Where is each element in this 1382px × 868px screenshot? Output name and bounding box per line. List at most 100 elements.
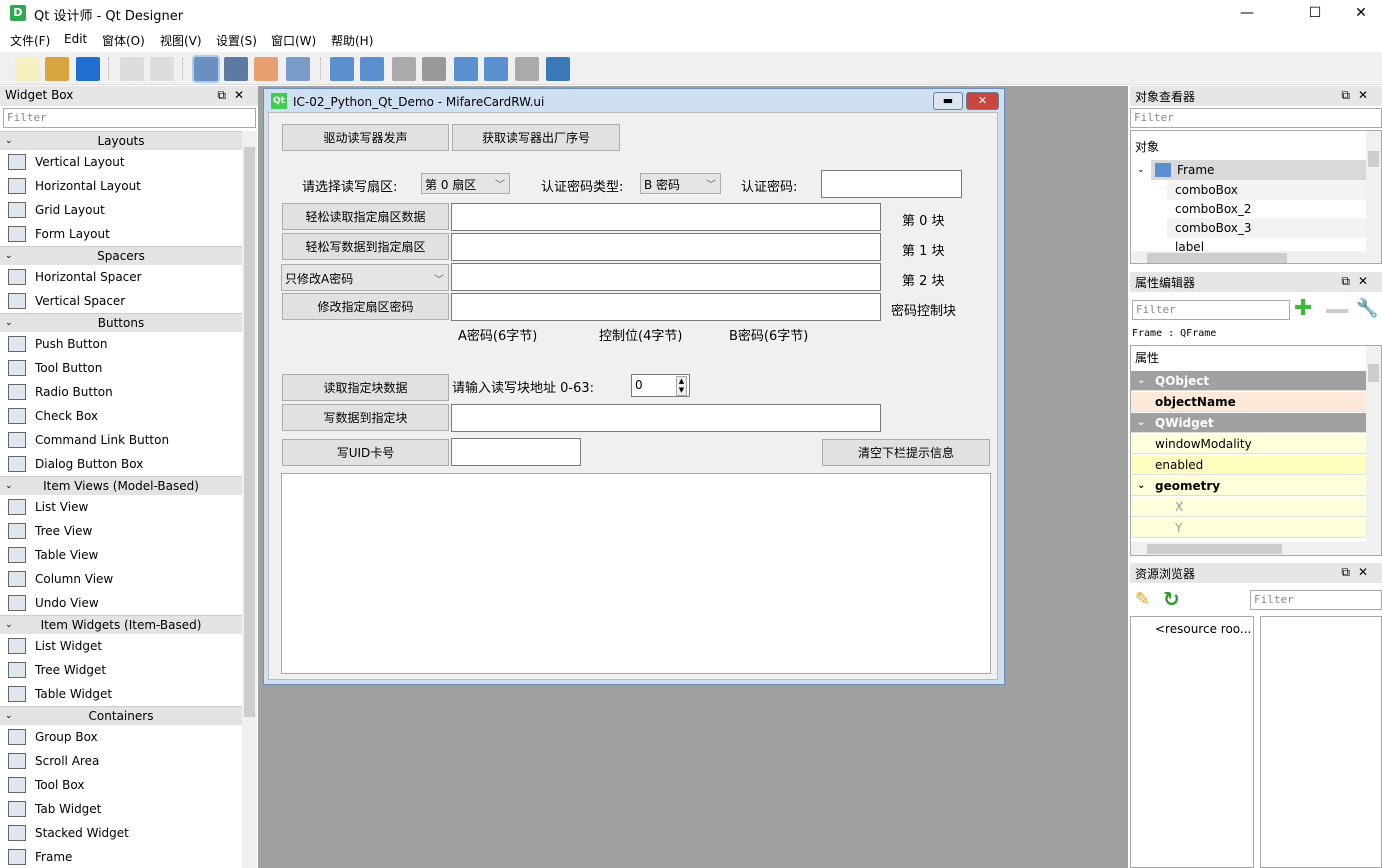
- layout-form-icon[interactable]: [484, 57, 508, 81]
- block-address-spinbox[interactable]: 0 ▲ ▼: [631, 374, 690, 397]
- widget-category[interactable]: ⌄ Item Widgets (Item-Based): [0, 615, 242, 634]
- read-sector-button[interactable]: 轻松读取指定扇区数据: [282, 203, 449, 230]
- remove-property-icon[interactable]: [1326, 309, 1348, 313]
- property-row[interactable]: ⌄ QWidget: [1131, 413, 1368, 433]
- edit-signals-icon[interactable]: [224, 57, 248, 81]
- widget-category[interactable]: ⌄ Item Views (Model-Based): [0, 476, 242, 495]
- widget-category[interactable]: ⌄ Spacers: [0, 246, 242, 265]
- save-icon[interactable]: [76, 57, 100, 81]
- maximize-button[interactable]: ☐: [1292, 0, 1338, 26]
- layout-vertical-icon[interactable]: [360, 57, 384, 81]
- property-row[interactable]: Y: [1131, 518, 1368, 538]
- send-back-icon[interactable]: [150, 57, 174, 81]
- write-uid-button[interactable]: 写UID卡号: [282, 439, 449, 466]
- object-tree-hscrollbar[interactable]: [1131, 251, 1381, 263]
- tree-row-child[interactable]: comboBox: [1167, 180, 1367, 200]
- block0-input[interactable]: [451, 203, 881, 231]
- form-close-button[interactable]: ✕: [966, 92, 999, 110]
- widget-item[interactable]: Tool Button: [0, 356, 242, 380]
- beep-button[interactable]: 驱动读写器发声: [282, 124, 449, 151]
- resource-root-item[interactable]: <resource roo...: [1155, 619, 1251, 639]
- form-minimize-button[interactable]: ▬: [933, 92, 963, 110]
- widget-item[interactable]: Frame: [0, 845, 242, 868]
- edit-widgets-icon[interactable]: [192, 55, 220, 83]
- widget-category[interactable]: ⌄ Layouts: [0, 131, 242, 150]
- adjust-size-icon[interactable]: [546, 57, 570, 81]
- widget-category[interactable]: ⌄ Containers: [0, 706, 242, 725]
- resource-filter-input[interactable]: Filter: [1250, 590, 1382, 610]
- reload-icon[interactable]: ↻: [1163, 587, 1180, 611]
- open-folder-icon[interactable]: [45, 57, 69, 81]
- widget-item[interactable]: List Widget: [0, 634, 242, 658]
- menu-item-6[interactable]: 帮助(H): [331, 32, 373, 49]
- break-layout-icon[interactable]: [515, 57, 539, 81]
- tree-row-child[interactable]: comboBox_2: [1167, 199, 1367, 219]
- edit-buddies-icon[interactable]: [254, 57, 278, 81]
- layout-horizontal-icon[interactable]: [330, 57, 354, 81]
- property-hscrollbar[interactable]: [1131, 542, 1381, 555]
- widget-item[interactable]: Tree View: [0, 519, 242, 543]
- sector-combo[interactable]: 第 0 扇区 ﹀: [421, 173, 510, 194]
- menu-item-0[interactable]: 文件(F): [10, 32, 50, 49]
- menu-item-2[interactable]: 窗体(O): [102, 32, 145, 49]
- key-type-combo[interactable]: B 密码 ﹀: [640, 173, 721, 194]
- edit-tab-order-icon[interactable]: [286, 57, 310, 81]
- widget-item[interactable]: Horizontal Spacer: [0, 265, 242, 289]
- widget-item[interactable]: Vertical Layout: [0, 150, 242, 174]
- widget-item[interactable]: Tree Widget: [0, 658, 242, 682]
- property-row[interactable]: ⌄ geometry: [1131, 476, 1368, 496]
- property-filter-input[interactable]: Filter: [1132, 300, 1290, 320]
- widget-box-scrollbar[interactable]: [242, 131, 257, 868]
- menu-item-1[interactable]: Edit: [64, 32, 87, 46]
- widget-item[interactable]: Group Box: [0, 725, 242, 749]
- property-row[interactable]: enabled: [1131, 455, 1368, 475]
- clear-log-button[interactable]: 清空下栏提示信息: [822, 439, 990, 466]
- bring-front-icon[interactable]: [120, 57, 144, 81]
- dock-float-close-icons[interactable]: ⧉✕: [1341, 274, 1376, 289]
- menu-item-4[interactable]: 设置(S): [216, 32, 257, 49]
- spin-arrows-icon[interactable]: ▲ ▼: [676, 376, 687, 396]
- layout-grid-icon[interactable]: [454, 57, 478, 81]
- widget-item[interactable]: Undo View: [0, 591, 242, 615]
- write-block-input[interactable]: [451, 404, 881, 432]
- widget-item[interactable]: Check Box: [0, 404, 242, 428]
- add-dynamic-property-icon[interactable]: ✚: [1294, 298, 1312, 320]
- widget-item[interactable]: Command Link Button: [0, 428, 242, 452]
- widget-item[interactable]: Grid Layout: [0, 198, 242, 222]
- property-row[interactable]: X: [1131, 497, 1368, 517]
- layout-h-splitter-icon[interactable]: [392, 57, 416, 81]
- modify-key-button[interactable]: 修改指定扇区密码: [282, 293, 449, 320]
- widget-item[interactable]: Table Widget: [0, 682, 242, 706]
- tree-row-child[interactable]: comboBox_3: [1167, 218, 1367, 238]
- widget-item[interactable]: Tool Box: [0, 773, 242, 797]
- configure-wrench-icon[interactable]: 🔧: [1356, 298, 1378, 319]
- object-filter-input[interactable]: Filter: [1130, 108, 1382, 128]
- block1-input[interactable]: [451, 233, 881, 261]
- minimize-button[interactable]: —: [1224, 0, 1270, 26]
- widget-item[interactable]: Vertical Spacer: [0, 289, 242, 313]
- log-textarea[interactable]: [281, 473, 991, 674]
- edit-resources-pencil-icon[interactable]: ✎: [1135, 589, 1150, 610]
- widget-item[interactable]: Dialog Button Box: [0, 452, 242, 476]
- tree-row-frame[interactable]: ⌄ Frame: [1137, 160, 1367, 180]
- control-block-input[interactable]: [451, 293, 881, 321]
- dock-float-close-icons[interactable]: ⧉✕: [1341, 565, 1376, 580]
- write-block-button[interactable]: 写数据到指定块: [282, 404, 449, 431]
- property-vscrollbar[interactable]: [1366, 346, 1381, 542]
- modify-key-combo[interactable]: 只修改A密码 ﹀: [281, 264, 449, 291]
- property-row[interactable]: ⌄ QObject: [1131, 371, 1368, 391]
- object-tree-vscrollbar[interactable]: [1366, 131, 1381, 251]
- layout-v-splitter-icon[interactable]: [422, 57, 446, 81]
- widget-item[interactable]: Form Layout: [0, 222, 242, 246]
- widget-item[interactable]: Radio Button: [0, 380, 242, 404]
- widget-item[interactable]: Table View: [0, 543, 242, 567]
- key-input[interactable]: [821, 170, 962, 198]
- widget-item[interactable]: List View: [0, 495, 242, 519]
- write-sector-button[interactable]: 轻松写数据到指定扇区: [282, 233, 449, 260]
- menu-item-5[interactable]: 窗口(W): [271, 32, 316, 49]
- new-file-icon[interactable]: [15, 57, 39, 81]
- close-button[interactable]: ✕: [1338, 0, 1382, 26]
- dock-float-close-icons[interactable]: ⧉✕: [1341, 88, 1376, 103]
- widget-box-filter-input[interactable]: Filter: [3, 108, 256, 128]
- widget-item[interactable]: Tab Widget: [0, 797, 242, 821]
